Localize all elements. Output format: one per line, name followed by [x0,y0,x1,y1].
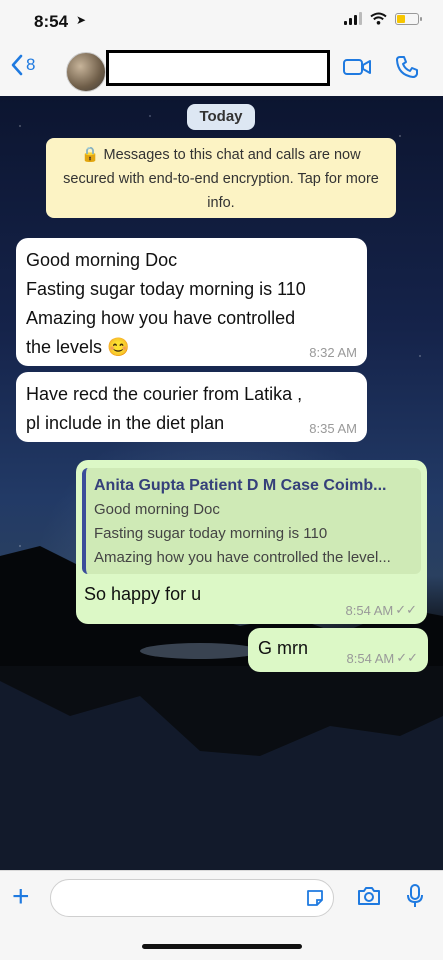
chat-thread[interactable]: Today 🔒 Messages to this chat and calls … [0,96,443,870]
message-time: 8:32 AM [309,345,357,360]
message-time: 8:35 AM [309,421,357,436]
chevron-left-icon [11,54,23,76]
message-text: Have recd the courier from Latika , pl i… [26,380,357,438]
message-line: the levels 😊 [26,337,130,357]
message-line: Have recd the courier from Latika , [26,384,303,404]
quoted-line: Amazing how you have controlled the leve… [94,549,391,566]
date-separator: Today [187,104,255,130]
message-time: 8:54 AM [346,650,395,666]
quoted-line: Good morning Doc [94,501,220,518]
double-check-icon: ✓✓ [395,602,417,617]
encryption-notice-text: Messages to this chat and calls are now … [63,147,379,211]
wifi-icon [370,12,387,25]
double-check-icon: ✓✓ [396,650,418,665]
outgoing-message[interactable]: Anita Gupta Patient D M Case Coimb... Go… [76,460,427,624]
unread-count: 8 [26,55,36,74]
incoming-message[interactable]: Have recd the courier from Latika , pl i… [16,372,367,442]
back-button[interactable]: 8 [10,54,35,76]
battery-fill [397,14,405,23]
home-indicator[interactable] [142,944,302,949]
chat-header: 8 [0,44,443,97]
signal-icon [344,12,362,25]
whatsapp-chat-screen: 8:54 ➤ 8 Today 🔒 Messages to this chat a… [0,0,443,960]
message-time-status: 8:54 AM ✓✓ [347,650,419,666]
phone-icon[interactable] [394,54,420,80]
camera-icon[interactable] [356,885,382,907]
status-indicators [344,12,422,25]
contact-avatar[interactable] [66,52,106,92]
incoming-message[interactable]: Good morning Doc Fasting sugar today mor… [16,238,367,366]
message-time: 8:54 AM [345,602,394,618]
sticker-icon[interactable] [305,888,325,908]
redacted-contact-name[interactable] [106,50,330,86]
status-bar: 8:54 ➤ [0,0,443,44]
plus-icon[interactable]: + [12,882,30,912]
message-line: Good morning Doc [26,250,178,270]
location-arrow-icon: ➤ [76,13,87,27]
message-line: Amazing how you have controlled [26,308,296,328]
status-time: 8:54 [34,12,69,31]
encryption-notice[interactable]: 🔒 Messages to this chat and calls are no… [46,138,396,218]
quoted-line: Fasting sugar today morning is 110 [94,525,328,542]
video-call-icon[interactable] [342,56,372,78]
microphone-icon[interactable] [405,883,425,909]
battery-icon [395,12,422,25]
message-line: Fasting sugar today morning is 110 [26,279,306,299]
message-time-status: 8:54 AM ✓✓ [346,602,418,618]
quoted-author: Anita Gupta Patient D M Case Coimb... [94,477,387,494]
lock-icon: 🔒 [81,147,100,163]
quoted-message[interactable]: Anita Gupta Patient D M Case Coimb... Go… [82,468,421,574]
message-input[interactable] [50,879,334,917]
message-text: Good morning Doc Fasting sugar today mor… [26,246,357,362]
message-line: pl include in the diet plan [26,413,225,433]
outgoing-message[interactable]: G mrn 8:54 AM ✓✓ [248,628,428,672]
